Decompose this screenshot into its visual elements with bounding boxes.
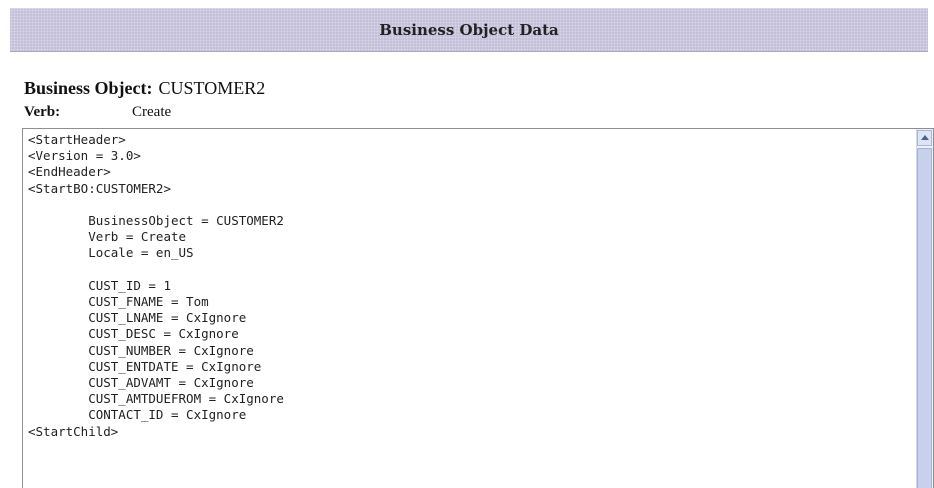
business-object-text-area[interactable]: <StartHeader> <Version = 3.0> <EndHeader… — [22, 128, 934, 488]
business-object-value: CUSTOMER2 — [158, 78, 266, 98]
business-object-label: Business Object: — [24, 78, 153, 98]
panel-title: Business Object Data — [379, 21, 559, 39]
verb-value: Create — [132, 104, 172, 120]
scroll-up-button[interactable] — [917, 130, 932, 146]
verb-label: Verb: — [24, 104, 61, 120]
verb-row: Verb: Create — [24, 104, 171, 121]
chevron-up-icon — [921, 135, 929, 140]
vertical-scrollbar[interactable] — [916, 129, 933, 488]
business-object-row: Business Object: CUSTOMER2 — [24, 78, 265, 99]
business-object-data-panel: Business Object Data Business Object: CUS… — [0, 0, 934, 488]
scroll-thumb[interactable] — [917, 148, 932, 488]
panel-title-bar: Business Object Data — [10, 8, 928, 52]
business-object-text: <StartHeader> <Version = 3.0> <EndHeader… — [28, 132, 284, 439]
